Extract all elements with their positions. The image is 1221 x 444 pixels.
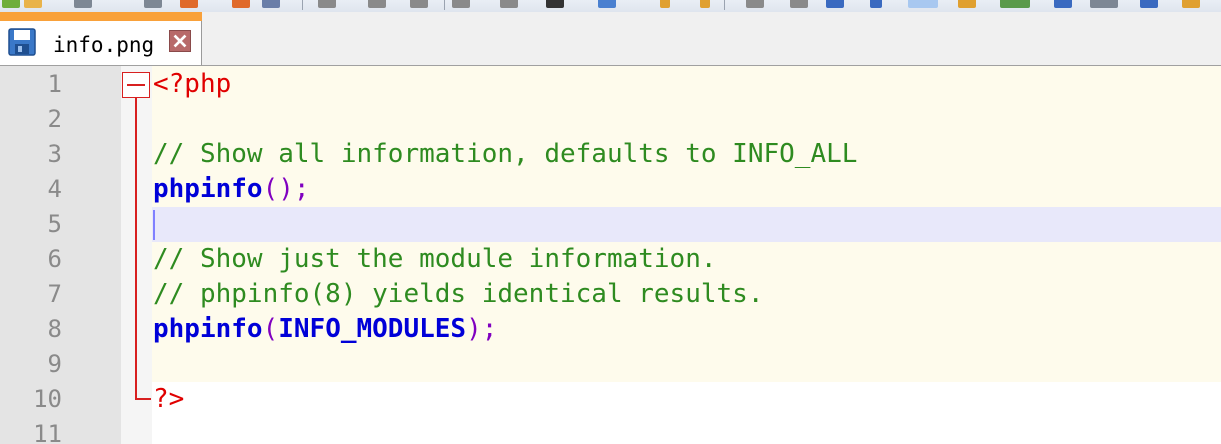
toolbar-icon[interactable]: [660, 0, 670, 8]
toolbar-icon[interactable]: [908, 0, 938, 8]
toolbar-icon[interactable]: [1000, 0, 1030, 8]
toolbar-icon[interactable]: [24, 0, 42, 8]
code-line[interactable]: 4 phpinfo();: [0, 172, 1221, 207]
line-code: // Show just the module information.: [153, 242, 717, 277]
toolbar-icon[interactable]: [870, 0, 882, 8]
line-code: // Show all information, defaults to INF…: [153, 137, 857, 172]
toolbar-icon[interactable]: [410, 0, 428, 8]
code-token: ?>: [153, 384, 185, 414]
fold-end-marker: [135, 398, 151, 400]
toolbar-icon[interactable]: [1054, 0, 1072, 8]
code-line[interactable]: 8 phpinfo(INFO_MODULES);: [0, 312, 1221, 347]
line-code: <?php: [153, 67, 231, 102]
code-token: // Show just the module information.: [153, 244, 717, 274]
save-icon: [8, 28, 36, 56]
code-token: phpinfo: [153, 174, 263, 204]
code-line[interactable]: 10 ?>: [0, 382, 1221, 417]
line-number: 8: [47, 315, 62, 343]
line-code: phpinfo(INFO_MODULES);: [153, 312, 497, 347]
line-code: phpinfo();: [153, 172, 310, 207]
fold-range-line: [135, 98, 137, 398]
toolbar-separator: [724, 0, 725, 10]
line-number: 10: [33, 385, 62, 413]
toolbar-icon[interactable]: [500, 0, 518, 8]
toolbar-icon[interactable]: [1090, 0, 1118, 8]
code-line[interactable]: 6 // Show just the module information.: [0, 242, 1221, 277]
line-number: 1: [47, 70, 62, 98]
text-caret: [153, 210, 155, 240]
toolbar-icon[interactable]: [1140, 0, 1158, 8]
code-line[interactable]: 1 <?php: [0, 67, 1221, 102]
close-icon[interactable]: [169, 30, 191, 52]
line-number: 4: [47, 175, 62, 203]
toolbar-icon[interactable]: [74, 0, 92, 8]
toolbar-icon[interactable]: [1182, 0, 1200, 8]
code-token: <?php: [153, 69, 232, 99]
toolbar-separator: [444, 0, 445, 10]
line-code: ?>: [153, 382, 184, 417]
toolbar-icon[interactable]: [546, 0, 564, 8]
code-token: // Show all information, defaults to INF…: [153, 139, 858, 169]
toolbar-icon[interactable]: [790, 0, 808, 8]
tab-info-png[interactable]: info.png: [0, 12, 202, 65]
toolbar-separator: [302, 0, 303, 10]
toolbar-icon[interactable]: [746, 0, 764, 8]
code-line[interactable]: 7 // phpinfo(8) yields identical results.: [0, 277, 1221, 312]
code-token: (: [262, 314, 279, 344]
line-number: 3: [47, 140, 62, 168]
code-token: // phpinfo(8) yields identical results.: [153, 279, 764, 309]
toolbar-icon[interactable]: [262, 0, 280, 8]
toolbar-icon[interactable]: [318, 0, 336, 8]
code-editor[interactable]: 1 <?php 2 3 // Show all information, default…: [0, 66, 1221, 444]
toolbar-icon[interactable]: [144, 0, 162, 8]
collapse-icon: [127, 84, 145, 86]
toolbar-icon[interactable]: [700, 0, 710, 8]
toolbar-icon[interactable]: [180, 0, 198, 8]
line-number: 7: [47, 280, 62, 308]
active-tab-indicator: [0, 12, 202, 21]
toolbar-icon[interactable]: [2, 0, 20, 8]
code-token: phpinfo: [153, 314, 263, 344]
line-code: // phpinfo(8) yields identical results.: [153, 277, 763, 312]
toolbar: [0, 0, 1221, 12]
code-line[interactable]: 11: [0, 417, 1221, 444]
code-line[interactable]: 5: [0, 207, 1221, 242]
code-token: ();: [262, 174, 310, 204]
toolbar-icon[interactable]: [598, 0, 616, 8]
code-line[interactable]: 2: [0, 102, 1221, 137]
line-number: 9: [47, 350, 62, 378]
tab-label: info.png: [53, 33, 155, 57]
code-line[interactable]: 3 // Show all information, defaults to IN…: [0, 137, 1221, 172]
code-token: );: [466, 314, 498, 344]
toolbar-icon[interactable]: [826, 0, 844, 8]
toolbar-icon[interactable]: [368, 0, 386, 8]
line-number: 5: [47, 210, 62, 238]
tab-bar: info.png: [0, 12, 1221, 66]
line-number: 2: [47, 105, 62, 133]
code-line[interactable]: 9: [0, 347, 1221, 382]
toolbar-icon[interactable]: [452, 0, 470, 8]
line-number: 6: [47, 245, 62, 273]
toolbar-icon[interactable]: [958, 0, 976, 8]
line-number: 11: [33, 420, 62, 444]
code-token: INFO_MODULES: [278, 314, 467, 344]
toolbar-icon[interactable]: [232, 0, 250, 8]
